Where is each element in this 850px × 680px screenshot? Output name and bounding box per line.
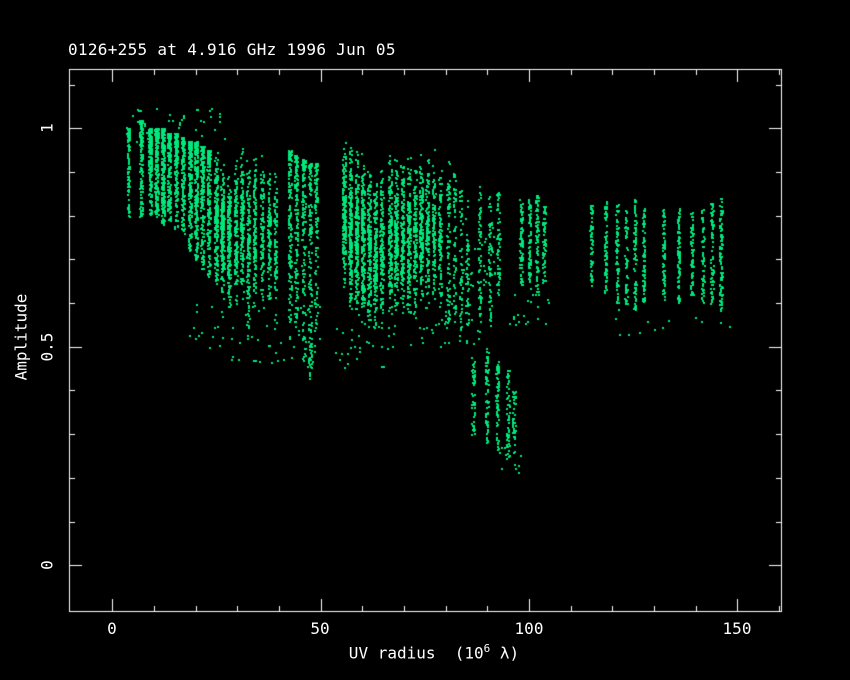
x-axis-label: UV radius (106 λ) <box>349 642 519 662</box>
y-tick-label-0: 0 <box>38 560 57 570</box>
plot-title: 0126+255 at 4.916 GHz 1996 Jun 05 <box>68 40 396 59</box>
x-tick-label-150: 150 <box>723 619 752 638</box>
uv-amplitude-plot: 0126+255 at 4.916 GHz 1996 Jun 05 0 50 1… <box>0 0 850 680</box>
y-tick-label-0p5: 0.5 <box>38 333 57 362</box>
x-tick-label-0: 0 <box>107 619 117 638</box>
y-tick-label-1: 1 <box>38 123 57 133</box>
x-axis-label-prefix: UV radius (10 <box>349 643 484 662</box>
scatter-canvas <box>0 0 850 680</box>
x-tick-label-100: 100 <box>515 619 544 638</box>
x-axis-label-suffix: λ) <box>490 643 519 662</box>
x-tick-label-50: 50 <box>310 619 329 638</box>
y-axis-label: Amplitude <box>12 294 31 381</box>
